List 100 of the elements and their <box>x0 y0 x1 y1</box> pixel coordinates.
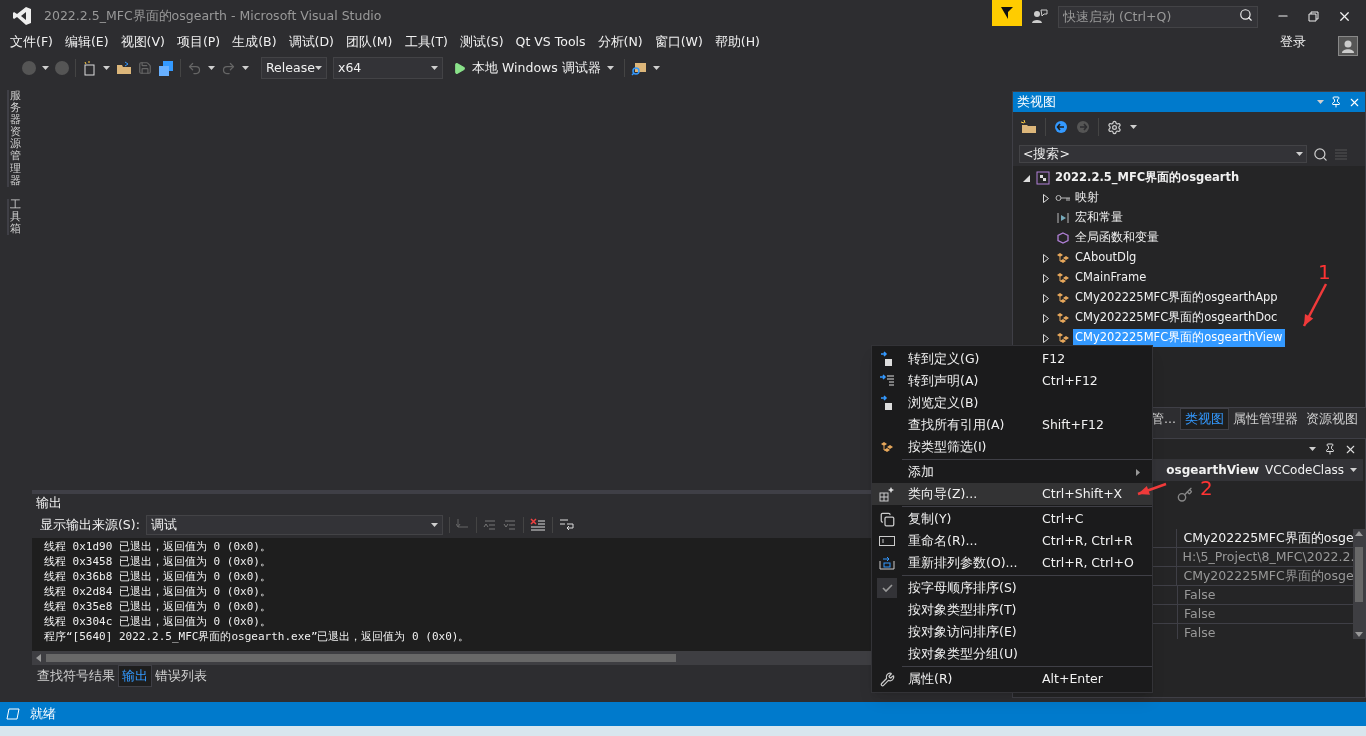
collapsed-arrow-icon[interactable] <box>1043 253 1049 263</box>
word-wrap-icon[interactable] <box>558 518 575 532</box>
new-folder-icon[interactable] <box>1021 120 1037 134</box>
tree-item[interactable]: 全局函数和变量 <box>1073 229 1161 247</box>
menu-item[interactable]: 帮助(H) <box>708 32 766 52</box>
tree-item[interactable]: 2022.2.5_MFC界面的osgearth <box>1053 169 1242 187</box>
tree-item[interactable]: CMy202225MFC界面的osgearthApp <box>1073 289 1280 307</box>
menu-item[interactable]: Qt VS Tools <box>509 32 592 52</box>
save-all-icon[interactable] <box>158 60 174 76</box>
go-to-list-icon <box>879 374 895 388</box>
rename-icon <box>879 535 895 547</box>
menu-item[interactable]: 类向导(Z)... Ctrl+Shift+X <box>872 483 1152 505</box>
pin-icon[interactable] <box>1324 443 1336 455</box>
output-tab[interactable]: 输出 <box>117 665 152 687</box>
menu-item[interactable]: 重新排列参数(O)... Ctrl+R, Ctrl+O <box>872 552 1152 574</box>
menu-item[interactable]: 项目(P) <box>170 32 227 52</box>
menu-item[interactable]: 浏览定义(B) <box>872 392 1152 414</box>
copy-icon <box>879 511 895 527</box>
class-icon <box>1055 271 1071 285</box>
output-window-icon <box>6 708 20 720</box>
menu-item[interactable]: 按对象类型排序(T) <box>872 599 1152 621</box>
start-debugger-button[interactable]: 本地 Windows 调试器 <box>449 58 618 78</box>
person-chat-icon[interactable] <box>1032 9 1048 23</box>
settings-icon[interactable] <box>1107 119 1122 135</box>
panel-tab[interactable]: 属性管理器 <box>1229 408 1302 430</box>
tree-item[interactable]: CAboutDlg <box>1073 249 1139 267</box>
avatar-icon[interactable] <box>1338 36 1358 56</box>
side-tab[interactable]: 服务器资源管理器 <box>7 90 19 187</box>
menu-item[interactable]: 复制(Y) Ctrl+C <box>872 508 1152 530</box>
collapsed-arrow-icon[interactable] <box>1043 293 1049 303</box>
property-value: H:\5_Project\8_MFC\2022.2. <box>1181 548 1353 566</box>
menu-item[interactable]: 文件(F) <box>4 32 59 52</box>
panel-tab[interactable]: 类视图 <box>1180 408 1229 430</box>
dropdown-arrow-icon <box>42 66 49 70</box>
menu-item[interactable]: 分析(N) <box>591 32 649 52</box>
menu-item[interactable]: 重命名(R)... Ctrl+R, Ctrl+R <box>872 530 1152 552</box>
output-line: 程序“[5640] 2022.2.5_MFC界面的osgearth.exe”已退出，返回值为 0 (0x0)。 <box>43 629 470 644</box>
scroll-up-icon[interactable] <box>1355 531 1363 536</box>
menu-item[interactable]: 编辑(E) <box>58 32 115 52</box>
sign-in-link[interactable]: 登录 <box>1280 32 1306 52</box>
new-project-icon[interactable] <box>82 60 97 76</box>
tree-item[interactable]: CMy202225MFC界面的osgearthDoc <box>1073 309 1280 327</box>
key-icon[interactable] <box>1177 487 1193 503</box>
search-field[interactable]: <搜索> <box>1019 145 1307 163</box>
dropdown-arrow-icon <box>1130 125 1137 129</box>
tree-item[interactable]: 映射 <box>1073 189 1101 207</box>
find-folder-icon[interactable] <box>630 60 647 76</box>
redo-icon[interactable] <box>221 60 236 76</box>
feedback-button[interactable] <box>992 0 1022 26</box>
property-value: CMy202225MFC界面的osge <box>1182 529 1353 547</box>
menu-item[interactable]: 生成(B) <box>226 32 283 52</box>
menu-item[interactable]: 属性(R) Alt+Enter <box>872 668 1152 690</box>
output-line: 线程 0x304c 已退出，返回值为 0 (0x0)。 <box>43 614 271 629</box>
menu-item[interactable]: 视图(V) <box>114 32 171 52</box>
back-icon[interactable] <box>1054 120 1068 134</box>
collapsed-arrow-icon[interactable] <box>1043 313 1049 323</box>
search-icon[interactable] <box>1313 146 1328 162</box>
output-source-dropdown[interactable]: 调试 <box>145 515 443 535</box>
output-tab[interactable]: 错误列表 <box>151 665 210 687</box>
menu-item[interactable]: 按对象类型分组(U) <box>872 643 1152 665</box>
collapsed-arrow-icon[interactable] <box>1043 273 1049 283</box>
menu-item[interactable]: 按字母顺序排序(S) <box>872 577 1152 599</box>
menu-item[interactable]: 窗口(W) <box>648 32 709 52</box>
restore-icon[interactable] <box>1308 10 1319 22</box>
collapsed-arrow-icon[interactable] <box>1043 193 1049 203</box>
annotation-number: 1 <box>1318 262 1331 282</box>
menu-item[interactable]: 按类型筛选(I) <box>872 436 1152 458</box>
vertical-scrollbar[interactable] <box>1353 529 1365 639</box>
panel-tab[interactable]: 资源视图 <box>1302 408 1362 430</box>
property-value: False <box>1183 624 1216 639</box>
tree-item[interactable]: 宏和常量 <box>1073 209 1125 227</box>
dropdown-arrow-icon <box>208 66 215 70</box>
clear-all-icon[interactable] <box>529 518 546 532</box>
configuration-dropdown[interactable]: Release <box>261 57 327 79</box>
menu-item[interactable]: 团队(M) <box>339 32 399 52</box>
undo-icon[interactable] <box>187 60 202 76</box>
dropdown-arrow-icon <box>606 66 614 70</box>
output-line: 线程 0x36b8 已退出，返回值为 0 (0x0)。 <box>43 569 271 584</box>
wrench-icon <box>879 671 895 687</box>
menu-item[interactable]: 转到声明(A) Ctrl+F12 <box>872 370 1152 392</box>
menu-item[interactable]: 调试(D) <box>282 32 340 52</box>
menu-item[interactable]: 按对象访问排序(E) <box>872 621 1152 643</box>
save-icon[interactable] <box>138 61 152 75</box>
collapsed-arrow-icon[interactable] <box>1043 333 1049 343</box>
menu-item[interactable]: 测试(S) <box>453 32 510 52</box>
quick-launch-field[interactable]: 快速启动 (Ctrl+Q) <box>1058 5 1258 28</box>
property-value: False <box>1183 605 1216 623</box>
output-tab[interactable]: 查找符号结果 <box>33 665 118 687</box>
open-folder-icon[interactable] <box>116 61 132 75</box>
scroll-down-icon[interactable] <box>1355 632 1363 637</box>
search-icon <box>1239 8 1253 22</box>
platform-dropdown[interactable]: x64 <box>333 57 443 79</box>
menu-item[interactable]: 转到定义(G) F12 <box>872 348 1152 370</box>
menu-item[interactable]: 工具(T) <box>398 32 454 52</box>
output-line: 线程 0x35e8 已退出，返回值为 0 (0x0)。 <box>43 599 271 614</box>
expanded-arrow-icon[interactable] <box>1022 174 1030 182</box>
tree-item[interactable]: CMainFrame <box>1073 269 1149 287</box>
side-tab[interactable]: 工具箱 <box>7 198 19 236</box>
panel-title: 类视图 <box>1017 92 1056 111</box>
menu-item[interactable]: 查找所有引用(A) Shift+F12 <box>872 414 1152 436</box>
